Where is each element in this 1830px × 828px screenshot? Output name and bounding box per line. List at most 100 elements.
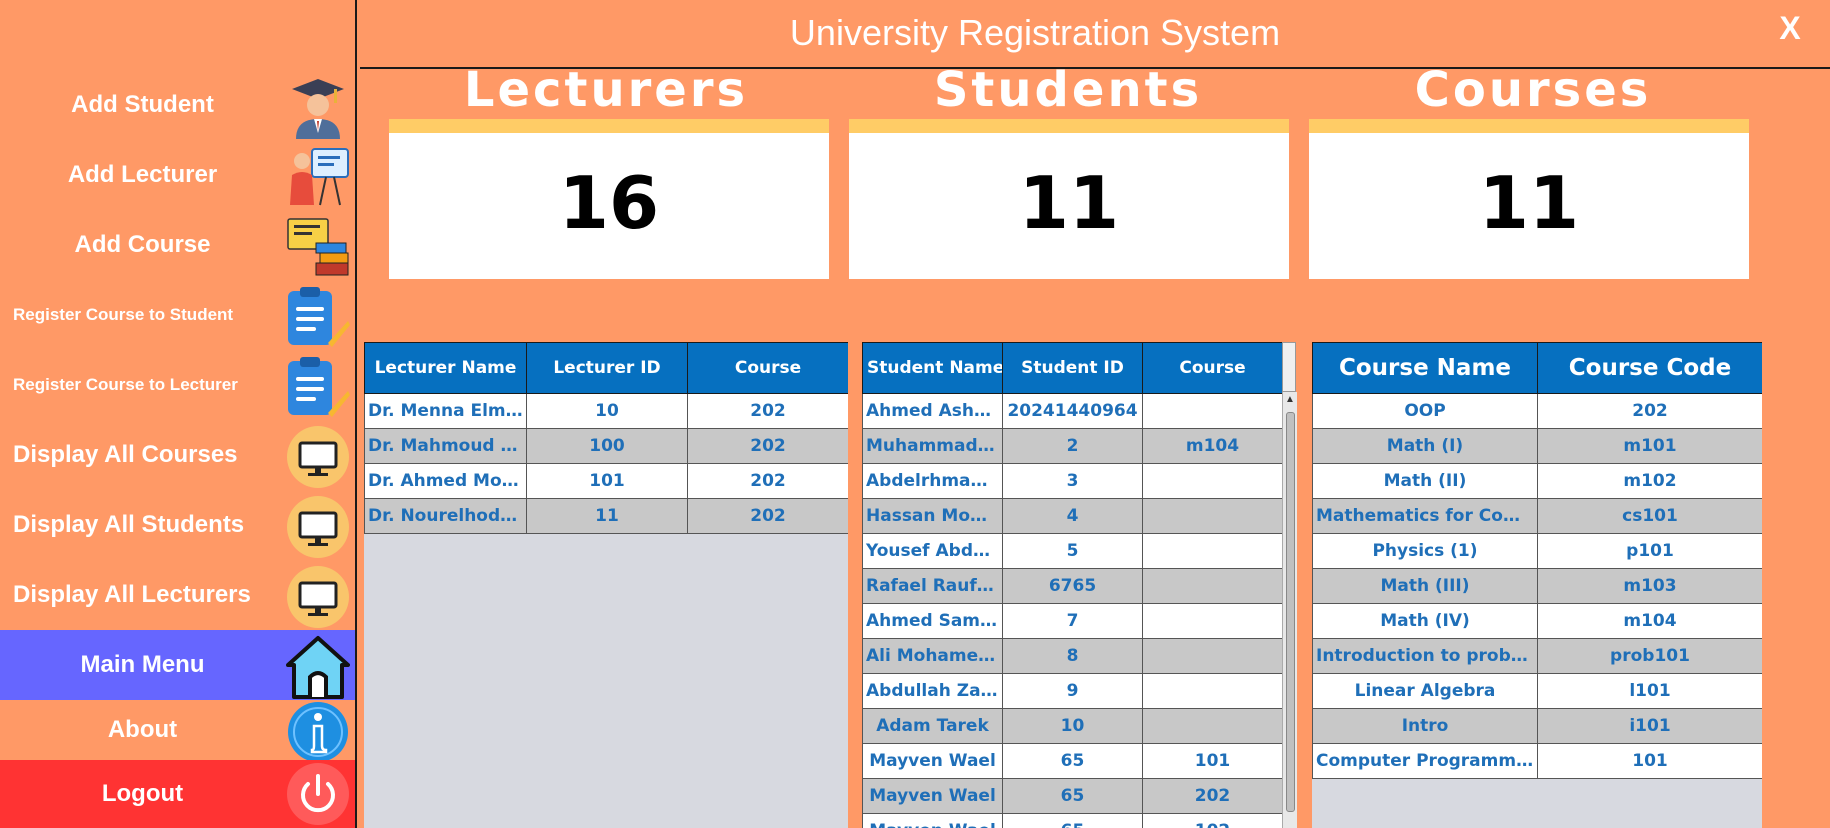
table-cell[interactable]: m104 [1142, 428, 1282, 464]
table-cell[interactable] [1142, 568, 1282, 604]
table-cell[interactable]: Linear Algebra [1312, 673, 1538, 709]
table-row[interactable]: Mayven Wael 65 202 [862, 778, 1282, 814]
table-cell[interactable]: 202 [1142, 778, 1282, 814]
table-row[interactable]: Dr. Ahmed Mos... 101 202 [364, 463, 848, 499]
table-row[interactable]: Computer Programming 101 [1312, 743, 1762, 779]
table-cell[interactable]: Intro [1312, 708, 1538, 744]
table-row[interactable]: Math (II) m102 [1312, 463, 1762, 499]
table-row[interactable]: Adam Tarek 10 [862, 708, 1282, 744]
table-cell[interactable]: 9 [1002, 673, 1143, 709]
table-cell[interactable]: 202 [687, 498, 848, 534]
students-table-scrollbar[interactable]: ▲ [1282, 392, 1297, 828]
table-row[interactable]: Mathematics for Comp... cs101 [1312, 498, 1762, 534]
column-header[interactable]: Course [1142, 342, 1282, 394]
table-cell[interactable]: m101 [1537, 428, 1762, 464]
table-row[interactable]: Abdelrhman ... 3 [862, 463, 1282, 499]
table-cell[interactable]: i101 [1537, 708, 1762, 744]
table-row[interactable]: Math (I) m101 [1312, 428, 1762, 464]
column-header[interactable]: Lecturer ID [526, 342, 688, 394]
table-cell[interactable]: Rafael Rauf ... [862, 568, 1003, 604]
table-row[interactable]: Rafael Rauf ... 6765 [862, 568, 1282, 604]
table-cell[interactable]: Math (II) [1312, 463, 1538, 499]
table-cell[interactable]: 101 [1142, 743, 1282, 779]
table-cell[interactable]: Ali Mohamed... [862, 638, 1003, 674]
table-cell[interactable]: 65 [1002, 813, 1143, 828]
table-row[interactable]: OOP 202 [1312, 393, 1762, 429]
table-cell[interactable]: Hassan Moh... [862, 498, 1003, 534]
table-cell[interactable]: 65 [1002, 778, 1143, 814]
table-cell[interactable]: 3 [1002, 463, 1143, 499]
table-cell[interactable]: 202 [687, 428, 848, 464]
table-cell[interactable] [1142, 673, 1282, 709]
column-header[interactable]: Lecturer Name [364, 342, 527, 394]
table-cell[interactable]: Yousef Abdel... [862, 533, 1003, 569]
table-row[interactable]: Dr. Mahmoud G... 100 202 [364, 428, 848, 464]
table-row[interactable]: Yousef Abdel... 5 [862, 533, 1282, 569]
table-cell[interactable]: 5 [1002, 533, 1143, 569]
table-cell[interactable] [1142, 533, 1282, 569]
table-cell[interactable]: Abdullah Zag... [862, 673, 1003, 709]
table-cell[interactable] [1142, 603, 1282, 639]
table-cell[interactable]: 20241440964 [1002, 393, 1143, 429]
table-cell[interactable]: 100 [526, 428, 688, 464]
column-header[interactable]: Course Name [1312, 342, 1538, 394]
table-cell[interactable]: prob101 [1537, 638, 1762, 674]
table-cell[interactable]: 11 [526, 498, 688, 534]
sidebar-item-about[interactable]: About [0, 700, 355, 762]
scrollbar-thumb[interactable] [1286, 412, 1295, 812]
table-cell[interactable]: l101 [1537, 673, 1762, 709]
table-cell[interactable]: m103 [1537, 568, 1762, 604]
table-cell[interactable]: Ahmed Sami ... [862, 603, 1003, 639]
sidebar-item-display-courses[interactable]: Display All Courses [0, 420, 355, 490]
sidebar-item-main-menu[interactable]: Main Menu [0, 630, 355, 700]
table-cell[interactable]: 8 [1002, 638, 1143, 674]
table-row[interactable]: Dr. Menna Elm... 10 202 [364, 393, 848, 429]
table-row[interactable]: Mayven Wael65102 [862, 813, 1282, 828]
table-cell[interactable] [1142, 708, 1282, 744]
table-row[interactable]: Ali Mohamed... 8 [862, 638, 1282, 674]
table-cell[interactable]: Mayven Wael [862, 813, 1003, 828]
table-cell[interactable]: Adam Tarek [862, 708, 1003, 744]
table-cell[interactable]: 7 [1002, 603, 1143, 639]
sidebar-item-logout[interactable]: Logout [0, 760, 355, 828]
table-cell[interactable]: 202 [1537, 393, 1762, 429]
close-button[interactable]: X [1770, 8, 1810, 48]
table-row[interactable]: Mayven Wael 65 101 [862, 743, 1282, 779]
table-cell[interactable]: Computer Programming [1312, 743, 1538, 779]
table-cell[interactable]: 4 [1002, 498, 1143, 534]
table-cell[interactable]: 65 [1002, 743, 1143, 779]
table-cell[interactable]: Dr. Ahmed Mos... [364, 463, 527, 499]
sidebar-item-register-course-lecturer[interactable]: Register Course to Lecturer [0, 350, 355, 420]
table-cell[interactable]: Ahmed Ashra... [862, 393, 1003, 429]
table-cell[interactable]: 6765 [1002, 568, 1143, 604]
table-cell[interactable]: 102 [1142, 813, 1282, 828]
table-row[interactable]: Math (IV) m104 [1312, 603, 1762, 639]
column-header[interactable]: Course Code [1537, 342, 1762, 394]
table-cell[interactable]: Mayven Wael [862, 743, 1003, 779]
table-cell[interactable]: 202 [687, 393, 848, 429]
table-row[interactable]: Ahmed Sami ... 7 [862, 603, 1282, 639]
table-cell[interactable]: 101 [526, 463, 688, 499]
table-cell[interactable]: Math (I) [1312, 428, 1538, 464]
table-cell[interactable] [1142, 498, 1282, 534]
sidebar-item-add-lecturer[interactable]: Add Lecturer [0, 140, 355, 210]
table-cell[interactable]: 101 [1537, 743, 1762, 779]
table-cell[interactable] [1142, 638, 1282, 674]
table-row[interactable]: Math (III) m103 [1312, 568, 1762, 604]
sidebar-item-register-course-student[interactable]: Register Course to Student [0, 280, 355, 350]
table-cell[interactable]: Introduction to proba... [1312, 638, 1538, 674]
table-cell[interactable]: Mayven Wael [862, 778, 1003, 814]
table-row[interactable]: Intro i101 [1312, 708, 1762, 744]
table-cell[interactable]: 2 [1002, 428, 1143, 464]
table-cell[interactable]: 10 [526, 393, 688, 429]
table-cell[interactable] [1142, 393, 1282, 429]
table-cell[interactable]: Abdelrhman ... [862, 463, 1003, 499]
scroll-up-arrow-icon[interactable]: ▲ [1285, 394, 1295, 405]
sidebar-item-add-course[interactable]: Add Course [0, 210, 355, 280]
table-cell[interactable] [1142, 463, 1282, 499]
table-cell[interactable]: Math (III) [1312, 568, 1538, 604]
table-cell[interactable]: Math (IV) [1312, 603, 1538, 639]
sidebar-item-display-lecturers[interactable]: Display All Lecturers [0, 560, 355, 630]
table-cell[interactable]: Dr. Menna Elm... [364, 393, 527, 429]
table-cell[interactable]: p101 [1537, 533, 1762, 569]
